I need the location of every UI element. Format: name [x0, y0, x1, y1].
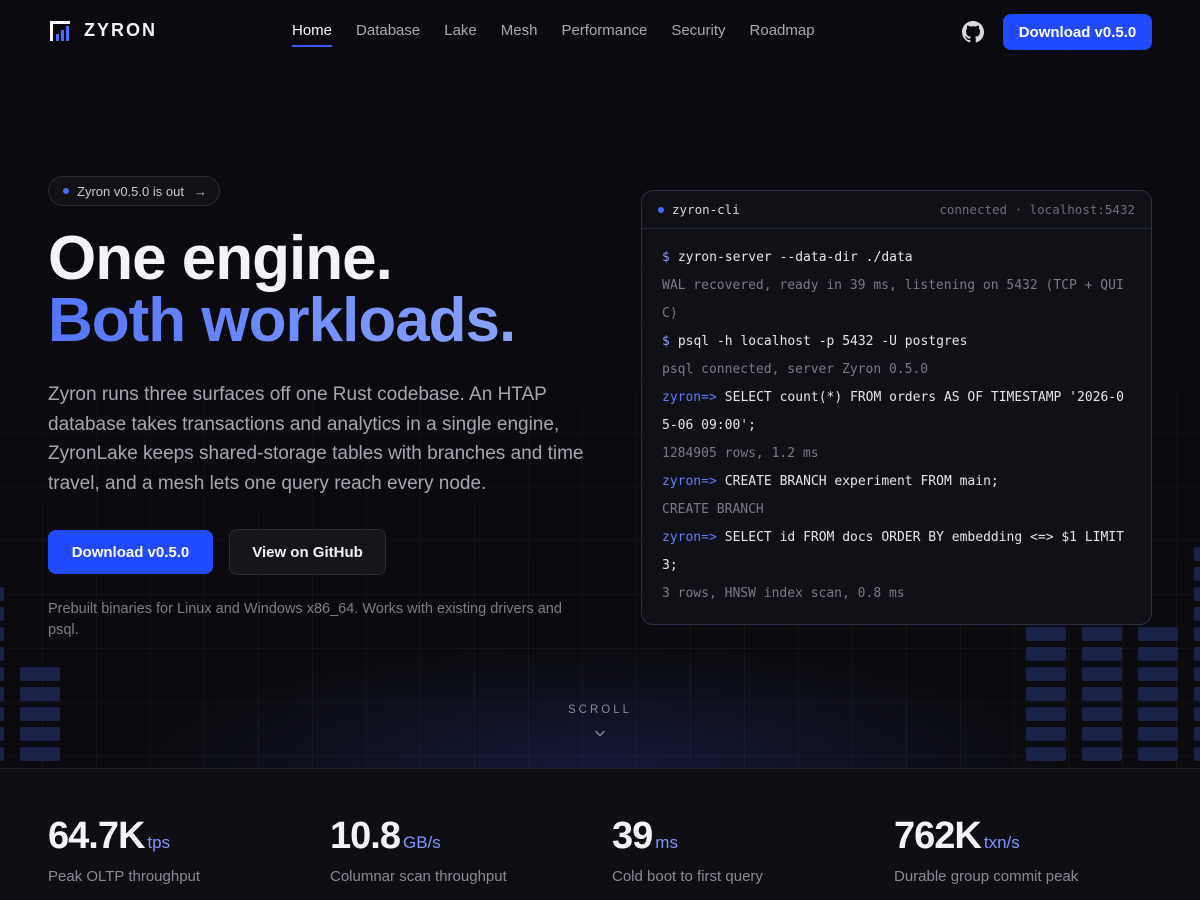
- github-icon[interactable]: [962, 21, 984, 43]
- terminal-window: zyron-cli connected · localhost:5432 $ zy…: [641, 190, 1152, 625]
- stat-group-commit: 762K txn/s Durable group commit peak: [894, 815, 1078, 885]
- stat-value: 10.8: [330, 815, 401, 857]
- terminal-line: zyron=> CREATE BRANCH experiment FROM mai…: [662, 474, 999, 489]
- stats-bar: 64.7K tps Peak OLTP throughput 10.8 GB/s C…: [0, 768, 1200, 900]
- terminal-header: zyron-cli connected · localhost:5432: [642, 191, 1151, 229]
- stat-unit: GB/s: [402, 833, 441, 852]
- terminal-line: WAL recovered, ready in 39 ms, listening…: [662, 278, 1124, 321]
- arrow-right-icon: →: [193, 183, 207, 199]
- terminal-line: 1284905 rows, 1.2 ms: [662, 446, 819, 461]
- headline-line-1: One engine.: [48, 224, 393, 293]
- decorative-blocks-left: [20, 667, 60, 761]
- decorative-edge-left: [0, 587, 4, 761]
- stat-label: Columnar scan throughput: [330, 868, 507, 885]
- stat-unit: txn/s: [983, 833, 1020, 852]
- nav-lake[interactable]: Lake: [444, 22, 477, 45]
- scroll-indicator-label[interactable]: SCROLL: [540, 704, 660, 716]
- logo-icon: [50, 20, 70, 41]
- headline-line-2: Both workloads.: [48, 286, 516, 355]
- stat-cold-boot: 39 ms Cold boot to first query: [612, 815, 763, 885]
- terminal-line: zyron=> SELECT count(*) FROM orders AS OF…: [662, 390, 1124, 433]
- nav-links: Home Database Lake Mesh Performance Secu…: [292, 22, 815, 47]
- chevron-down-icon[interactable]: [594, 727, 606, 739]
- stat-label: Durable group commit peak: [894, 868, 1079, 885]
- nav-security[interactable]: Security: [671, 22, 725, 45]
- nav-database[interactable]: Database: [356, 22, 420, 45]
- view-on-github-button[interactable]: View on GitHub: [229, 529, 386, 575]
- release-badge-label: Zyron v0.5.0 is out: [77, 183, 184, 199]
- terminal-connection-status: connected · localhost:5432: [939, 202, 1135, 217]
- stat-value: 762K: [894, 815, 982, 857]
- brand-name: ZYRON: [84, 20, 157, 40]
- top-nav: ZYRON Home Database Lake Mesh Performanc…: [0, 0, 1200, 64]
- terminal-line: $ psql -h localhost -p 5432 -U postgres: [662, 334, 968, 349]
- release-badge[interactable]: Zyron v0.5.0 is out →: [48, 176, 220, 206]
- decorative-blocks-right: [1026, 627, 1178, 761]
- decorative-edge-right: [1194, 547, 1200, 761]
- stat-value: 39: [612, 815, 653, 857]
- status-dot: [63, 188, 69, 194]
- terminal-line: psql connected, server Zyron 0.5.0: [662, 362, 929, 377]
- terminal-line: CREATE BRANCH: [662, 502, 764, 517]
- stat-columnar-scan: 10.8 GB/s Columnar scan throughput: [330, 815, 507, 885]
- terminal-body: $ zyron-server --data-dir ./data WAL reco…: [642, 229, 1151, 608]
- terminal-line: $ zyron-server --data-dir ./data: [662, 250, 913, 265]
- stat-label: Peak OLTP throughput: [48, 868, 201, 885]
- hero-description: Zyron runs three surfaces off one Rust c…: [48, 384, 584, 494]
- terminal-status-dot: [658, 206, 664, 213]
- brand-logo[interactable]: ZYRON: [50, 20, 157, 41]
- stat-label: Cold boot to first query: [612, 868, 763, 885]
- stat-oltp: 64.7K tps Peak OLTP throughput: [48, 815, 200, 885]
- nav-home[interactable]: Home: [292, 22, 333, 47]
- stat-unit: ms: [655, 833, 678, 852]
- hero-headline: One engine. Both workloads.: [48, 224, 516, 355]
- nav-download-button[interactable]: Download v0.5.0: [1003, 14, 1152, 50]
- stat-value: 64.7K: [48, 815, 145, 857]
- hero-download-button[interactable]: Download v0.5.0: [48, 530, 213, 574]
- nav-performance[interactable]: Performance: [561, 22, 647, 45]
- nav-mesh[interactable]: Mesh: [501, 22, 538, 45]
- terminal-line: 3 rows, HNSW index scan, 0.8 ms: [662, 586, 905, 601]
- terminal-line: zyron=> SELECT id FROM docs ORDER BY embe…: [662, 530, 1124, 573]
- stat-unit: tps: [147, 833, 171, 852]
- nav-roadmap[interactable]: Roadmap: [750, 22, 815, 45]
- terminal-title: zyron-cli: [672, 202, 740, 217]
- download-note: Prebuilt binaries for Linux and Windows …: [48, 601, 562, 638]
